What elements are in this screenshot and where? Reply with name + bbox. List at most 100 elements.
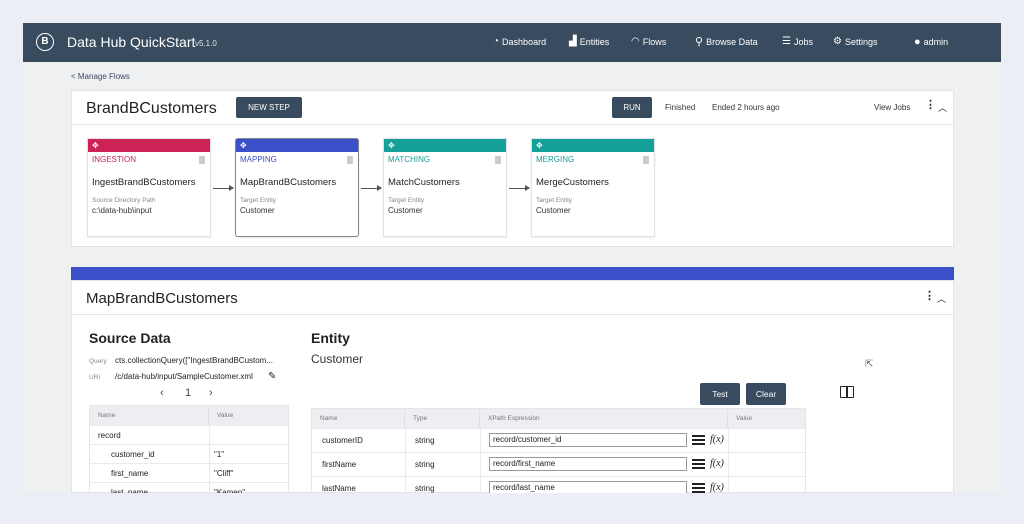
- flow-name: BrandBCustomers: [86, 100, 217, 117]
- step-arrow: [213, 185, 234, 191]
- mouse-pointer-icon: ⇱: [865, 359, 874, 370]
- step-arrow: [361, 185, 382, 191]
- search-icon: ⚲: [695, 36, 704, 48]
- app-title: Data Hub QuickStart: [67, 34, 196, 50]
- table-row: lastName string record/last_name f(x): [312, 476, 805, 493]
- step-type: MERGING: [536, 155, 575, 164]
- step-name: IngestBrandBCustomers: [92, 177, 196, 188]
- uri-value: /c/data-hub/input/SampleCustomer.xml: [115, 372, 253, 381]
- function-icon[interactable]: f(x): [710, 434, 724, 445]
- gear-icon: ⚙: [833, 36, 842, 47]
- column-divider: [405, 428, 406, 493]
- trash-icon[interactable]: [347, 156, 353, 164]
- app-version: v5.1.0: [195, 39, 217, 48]
- query-value: cts.collectionQuery(["IngestBrandBCustom…: [115, 356, 274, 365]
- step-sub-label: Source Directory Path: [92, 197, 156, 204]
- next-page-icon[interactable]: ›: [209, 387, 213, 399]
- step-type: INGESTION: [92, 155, 137, 164]
- new-step-button[interactable]: NEW STEP: [236, 97, 302, 118]
- flows-icon: ◠: [631, 36, 640, 47]
- entity-col-xpath: XPath Expression: [480, 409, 728, 428]
- trash-icon[interactable]: [643, 156, 649, 164]
- prev-page-icon[interactable]: ‹: [160, 387, 164, 399]
- nav-entities[interactable]: ▟ Entities: [569, 36, 609, 47]
- mapping-header: MapBrandBCustomers ⋮ ︿: [72, 281, 953, 315]
- step-card-ingestion[interactable]: ✥ INGESTION IngestBrandBCustomers Source…: [87, 138, 211, 237]
- step-name: MatchCustomers: [388, 177, 460, 188]
- mapping-more-icon[interactable]: ⋮: [924, 291, 935, 302]
- trash-icon[interactable]: [495, 156, 501, 164]
- uri-label: URI: [89, 374, 101, 381]
- entity-col-name: Name: [312, 409, 405, 428]
- step-sub-value: c:\data-hub\input: [92, 206, 152, 215]
- step-drag-icon: ✥: [532, 139, 654, 152]
- top-nav: B Data Hub QuickStart v5.1.0 ◔ Dashboard…: [23, 23, 1001, 62]
- step-sub-value: Customer: [240, 206, 275, 215]
- selected-step-band: [71, 267, 954, 280]
- step-card-mapping[interactable]: ✥ MAPPING MapBrandBCustomers Target Enti…: [235, 138, 359, 237]
- flow-card: BrandBCustomers NEW STEP RUN Finished En…: [71, 90, 954, 247]
- source-table: Name Value record customer_id "1" first_…: [89, 405, 289, 493]
- nav-browse-data[interactable]: ⚲ Browse Data: [695, 35, 758, 48]
- xpath-input[interactable]: record/first_name: [489, 457, 687, 471]
- app-window: B Data Hub QuickStart v5.1.0 ◔ Dashboard…: [23, 23, 1001, 493]
- datahub-logo-icon[interactable]: B: [36, 33, 54, 51]
- entity-table: Name Type XPath Expression Value custome…: [311, 408, 806, 493]
- nav-dashboard[interactable]: ◔ Dashboard: [493, 36, 546, 47]
- trash-icon[interactable]: [199, 156, 205, 164]
- page-number: 1: [185, 387, 192, 399]
- xpath-input[interactable]: record/customer_id: [489, 433, 687, 447]
- mapping-title: MapBrandBCustomers: [86, 290, 238, 307]
- entity-col-type: Type: [405, 409, 480, 428]
- nav-settings[interactable]: ⚙ Settings: [833, 36, 878, 47]
- flow-status: Finished: [665, 103, 696, 112]
- source-data-title: Source Data: [89, 330, 171, 346]
- column-divider: [480, 428, 481, 493]
- step-sub-label: Target Entity: [388, 197, 425, 204]
- view-jobs-link[interactable]: View Jobs: [874, 103, 910, 112]
- step-arrow: [509, 185, 530, 191]
- run-button[interactable]: RUN: [612, 97, 652, 118]
- step-type: MAPPING: [240, 155, 277, 164]
- step-sub-value: Customer: [388, 206, 423, 215]
- source-col-value: Value: [209, 406, 288, 425]
- function-icon[interactable]: f(x): [710, 482, 724, 493]
- source-list-icon[interactable]: [692, 435, 705, 445]
- step-name: MapBrandBCustomers: [240, 177, 337, 188]
- flow-header: BrandBCustomers NEW STEP RUN Finished En…: [72, 91, 953, 125]
- source-list-icon[interactable]: [692, 483, 705, 493]
- test-button[interactable]: Test: [700, 383, 740, 405]
- entity-name: Customer: [311, 352, 364, 366]
- collapse-flow-icon[interactable]: ︿: [938, 101, 947, 114]
- clear-button[interactable]: Clear: [746, 383, 786, 405]
- source-list-icon[interactable]: [692, 459, 705, 469]
- nav-jobs[interactable]: ☰ Jobs: [782, 36, 813, 47]
- entities-icon: ▟: [569, 36, 577, 47]
- column-options-icon[interactable]: [840, 386, 854, 398]
- table-row: customer_id "1": [90, 444, 288, 463]
- entity-col-value: Value: [728, 409, 805, 428]
- table-row: record: [90, 425, 288, 444]
- step-drag-icon: ✥: [88, 139, 210, 152]
- step-name: MergeCustomers: [536, 177, 609, 188]
- manage-flows-link[interactable]: < Manage Flows: [71, 72, 130, 81]
- table-row: customerID string record/customer_id f(x…: [312, 428, 805, 452]
- function-icon[interactable]: f(x): [710, 458, 724, 469]
- step-card-matching[interactable]: ✥ MATCHING MatchCustomers Target Entity …: [383, 138, 507, 237]
- flow-last-run: Ended 2 hours ago: [712, 103, 780, 112]
- query-label: Query: [89, 358, 107, 365]
- flow-more-icon[interactable]: ⋮: [925, 100, 936, 111]
- jobs-icon: ☰: [782, 36, 791, 47]
- collapse-mapping-icon[interactable]: ︿: [937, 292, 946, 305]
- nav-user[interactable]: ● admin: [914, 36, 948, 48]
- nav-flows[interactable]: ◠ Flows: [631, 36, 666, 47]
- step-card-merging[interactable]: ✥ MERGING MergeCustomers Target Entity C…: [531, 138, 655, 237]
- dashboard-icon: ◔: [493, 36, 500, 47]
- edit-uri-icon[interactable]: ✎: [268, 371, 276, 382]
- step-sub-label: Target Entity: [240, 197, 277, 204]
- step-drag-icon: ✥: [384, 139, 506, 152]
- xpath-input[interactable]: record/last_name: [489, 481, 687, 493]
- mapping-panel: MapBrandBCustomers ⋮ ︿ Source Data Query…: [71, 280, 954, 493]
- column-divider: [728, 428, 729, 493]
- entity-title: Entity: [311, 330, 350, 346]
